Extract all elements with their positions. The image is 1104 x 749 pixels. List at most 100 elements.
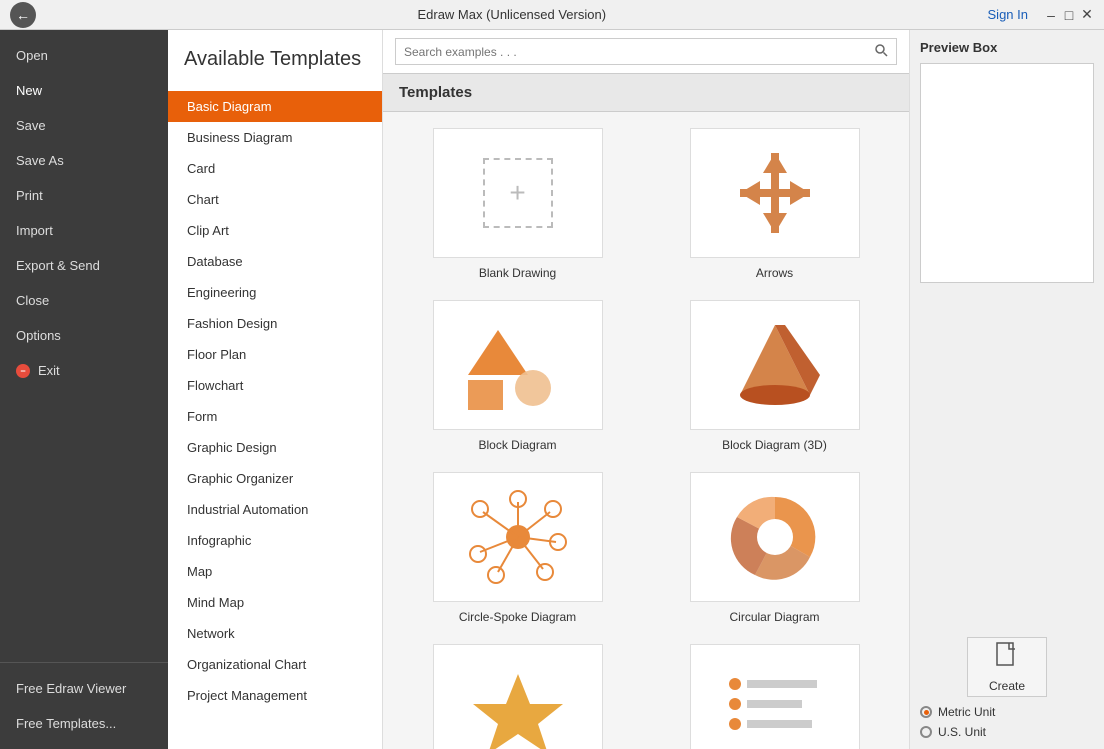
template-thumb-block3d [690,300,860,430]
category-item-industrial-automation[interactable]: Industrial Automation [168,494,382,525]
category-item-engineering[interactable]: Engineering [168,277,382,308]
block-diagram-3d-icon [725,320,825,410]
category-item-floor-plan[interactable]: Floor Plan [168,339,382,370]
window-title: Edraw Max (Unlicensed Version) [36,7,988,22]
template-arrows[interactable]: Arrows [656,128,893,280]
sidebar-item-free-templates[interactable]: Free Templates... [0,706,168,741]
bar-chart-icon [725,669,825,749]
search-input[interactable] [396,41,866,63]
maximize-button[interactable]: □ [1062,8,1076,22]
arrows-icon [735,148,815,238]
sidebar-item-free-viewer[interactable]: Free Edraw Viewer [0,671,168,706]
sidebar-item-exit[interactable]: − Exit [0,353,168,388]
available-templates-header: Available Templates [168,30,382,81]
right-panel: Preview Box Create Metric Unit [909,30,1104,749]
sidebar-item-save[interactable]: Save [0,108,168,143]
close-button[interactable]: ✕ [1080,8,1094,22]
category-item-card[interactable]: Card [168,153,382,184]
sidebar-item-export-send[interactable]: Export & Send [0,248,168,283]
blank-drawing-icon: + [483,158,553,228]
circular-diagram-icon [725,487,825,587]
search-button[interactable] [866,39,896,64]
template-thumb-block [433,300,603,430]
template-label-circular: Circular Diagram [729,610,819,624]
circle-spoke-icon [468,487,568,587]
exit-icon: − [16,364,30,378]
sidebar-item-print[interactable]: Print [0,178,168,213]
title-bar: ← Edraw Max (Unlicensed Version) Sign In… [0,0,1104,30]
sidebar-item-save-as[interactable]: Save As [0,143,168,178]
us-unit-option[interactable]: U.S. Unit [920,725,1094,739]
category-item-organizational-chart[interactable]: Organizational Chart [168,649,382,680]
category-item-graphic-design[interactable]: Graphic Design [168,432,382,463]
template-circular-diagram[interactable]: Circular Diagram [656,472,893,624]
sidebar-item-open[interactable]: Open [0,38,168,73]
category-item-flowchart[interactable]: Flowchart [168,370,382,401]
sign-in-link[interactable]: Sign In [988,7,1028,22]
category-item-chart[interactable]: Chart [168,184,382,215]
category-item-infographic[interactable]: Infographic [168,525,382,556]
template-label-arrows: Arrows [756,266,793,280]
template-circle-spoke[interactable]: Circle-Spoke Diagram [399,472,636,624]
sidebar-item-close[interactable]: Close [0,283,168,318]
preview-area [920,63,1094,283]
main-content: Templates + Blank Drawing [383,30,909,749]
metric-unit-label: Metric Unit [938,705,995,719]
template-thumb-circular [690,472,860,602]
template-label-block3d: Block Diagram (3D) [722,438,827,452]
template-bar-chart[interactable]: List [656,644,893,749]
sidebar-item-import[interactable]: Import [0,213,168,248]
us-unit-label: U.S. Unit [938,725,986,739]
template-thumb-blank: + [433,128,603,258]
sidebar-item-new[interactable]: New [0,73,168,108]
category-item-database[interactable]: Database [168,246,382,277]
us-radio[interactable] [920,726,932,738]
template-thumb-star [433,644,603,749]
category-item-form[interactable]: Form [168,401,382,432]
create-label: Create [989,679,1025,693]
template-thumb-bar [690,644,860,749]
preview-box-label: Preview Box [920,40,1094,55]
templates-header: Templates [383,74,909,112]
app-container: Open New Save Save As Print Import Expor… [0,30,1104,749]
template-star[interactable]: Star [399,644,636,749]
category-item-graphic-organizer[interactable]: Graphic Organizer [168,463,382,494]
template-label-blank: Blank Drawing [479,266,556,280]
create-button[interactable]: Create [967,637,1047,697]
create-file-icon [995,641,1019,675]
unit-options: Metric Unit U.S. Unit [920,705,1094,739]
template-label-block: Block Diagram [478,438,556,452]
category-panel: Available Templates Basic Diagram Busine… [168,30,383,749]
category-item-network[interactable]: Network [168,618,382,649]
template-block-diagram-3d[interactable]: Block Diagram (3D) [656,300,893,452]
star-icon [468,669,568,749]
category-item-basic-diagram[interactable]: Basic Diagram [168,91,382,122]
category-item-mind-map[interactable]: Mind Map [168,587,382,618]
minimize-button[interactable]: – [1044,8,1058,22]
search-wrapper [395,38,897,65]
template-label-circle-spoke: Circle-Spoke Diagram [459,610,576,624]
sidebar-bottom: Free Edraw Viewer Free Templates... [0,662,168,749]
category-item-map[interactable]: Map [168,556,382,587]
block-diagram-icon [468,320,568,410]
sidebar-item-options[interactable]: Options [0,318,168,353]
template-block-diagram[interactable]: Block Diagram [399,300,636,452]
sidebar-nav: Open New Save Save As Print Import Expor… [0,30,168,388]
category-item-clip-art[interactable]: Clip Art [168,215,382,246]
template-blank-drawing[interactable]: + Blank Drawing [399,128,636,280]
search-bar [168,81,382,91]
sidebar: Open New Save Save As Print Import Expor… [0,30,168,749]
template-thumb-arrows [690,128,860,258]
metric-radio[interactable] [920,706,932,718]
category-item-business-diagram[interactable]: Business Diagram [168,122,382,153]
template-thumb-circle-spoke [433,472,603,602]
create-section: Create Metric Unit U.S. Unit [920,637,1094,739]
file-icon [995,641,1019,669]
templates-grid: + Blank Drawing Arrows [383,112,909,749]
metric-unit-option[interactable]: Metric Unit [920,705,1094,719]
category-list: Basic Diagram Business Diagram Card Char… [168,91,382,749]
category-item-project-management[interactable]: Project Management [168,680,382,711]
back-button[interactable]: ← [10,2,36,28]
search-area [383,30,909,74]
category-item-fashion-design[interactable]: Fashion Design [168,308,382,339]
